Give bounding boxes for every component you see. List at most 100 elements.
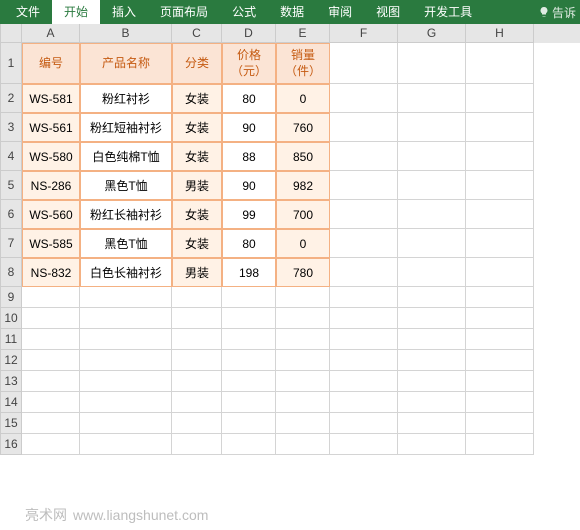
cell-D3[interactable]: 90 bbox=[222, 113, 276, 142]
cell-E12[interactable] bbox=[276, 350, 330, 371]
cell-F5[interactable] bbox=[330, 171, 398, 200]
cell-B5[interactable]: 黑色T恤 bbox=[80, 171, 172, 200]
cell-C6[interactable]: 女装 bbox=[172, 200, 222, 229]
cell-H5[interactable] bbox=[466, 171, 534, 200]
cell-A5[interactable]: NS-286 bbox=[22, 171, 80, 200]
cell-D16[interactable] bbox=[222, 434, 276, 455]
row-header-5[interactable]: 5 bbox=[0, 171, 22, 200]
cell-B6[interactable]: 粉红长袖衬衫 bbox=[80, 200, 172, 229]
cell-D8[interactable]: 198 bbox=[222, 258, 276, 287]
cell-A8[interactable]: NS-832 bbox=[22, 258, 80, 287]
row-header-15[interactable]: 15 bbox=[0, 413, 22, 434]
cell-D12[interactable] bbox=[222, 350, 276, 371]
cell-H11[interactable] bbox=[466, 329, 534, 350]
cell-C16[interactable] bbox=[172, 434, 222, 455]
row-header-7[interactable]: 7 bbox=[0, 229, 22, 258]
cell-G11[interactable] bbox=[398, 329, 466, 350]
row-header-14[interactable]: 14 bbox=[0, 392, 22, 413]
row-header-2[interactable]: 2 bbox=[0, 84, 22, 113]
cell-G16[interactable] bbox=[398, 434, 466, 455]
cell-D7[interactable]: 80 bbox=[222, 229, 276, 258]
cell-G13[interactable] bbox=[398, 371, 466, 392]
cell-E15[interactable] bbox=[276, 413, 330, 434]
cell-H1[interactable] bbox=[466, 43, 534, 84]
cell-D14[interactable] bbox=[222, 392, 276, 413]
cell-F16[interactable] bbox=[330, 434, 398, 455]
cell-B11[interactable] bbox=[80, 329, 172, 350]
cell-G9[interactable] bbox=[398, 287, 466, 308]
cell-F11[interactable] bbox=[330, 329, 398, 350]
ribbon-tab-8[interactable]: 开发工具 bbox=[412, 0, 484, 24]
cell-F4[interactable] bbox=[330, 142, 398, 171]
cell-G2[interactable] bbox=[398, 84, 466, 113]
cell-H13[interactable] bbox=[466, 371, 534, 392]
cell-G5[interactable] bbox=[398, 171, 466, 200]
cell-F10[interactable] bbox=[330, 308, 398, 329]
cell-B1[interactable]: 产品名称 bbox=[80, 43, 172, 84]
tell-me[interactable]: 告诉 bbox=[538, 4, 576, 21]
cell-G3[interactable] bbox=[398, 113, 466, 142]
ribbon-tab-4[interactable]: 公式 bbox=[220, 0, 268, 24]
cell-B13[interactable] bbox=[80, 371, 172, 392]
col-header-H[interactable]: H bbox=[466, 24, 534, 43]
cell-E11[interactable] bbox=[276, 329, 330, 350]
ribbon-tab-1[interactable]: 开始 bbox=[52, 0, 100, 24]
cell-D2[interactable]: 80 bbox=[222, 84, 276, 113]
cell-A3[interactable]: WS-561 bbox=[22, 113, 80, 142]
cell-C1[interactable]: 分类 bbox=[172, 43, 222, 84]
cell-E16[interactable] bbox=[276, 434, 330, 455]
row-header-11[interactable]: 11 bbox=[0, 329, 22, 350]
cell-E13[interactable] bbox=[276, 371, 330, 392]
cell-C4[interactable]: 女装 bbox=[172, 142, 222, 171]
cell-A1[interactable]: 编号 bbox=[22, 43, 80, 84]
cell-H14[interactable] bbox=[466, 392, 534, 413]
cell-E10[interactable] bbox=[276, 308, 330, 329]
cell-D15[interactable] bbox=[222, 413, 276, 434]
row-header-12[interactable]: 12 bbox=[0, 350, 22, 371]
cell-F3[interactable] bbox=[330, 113, 398, 142]
col-header-B[interactable]: B bbox=[80, 24, 172, 43]
cell-E6[interactable]: 700 bbox=[276, 200, 330, 229]
row-header-3[interactable]: 3 bbox=[0, 113, 22, 142]
ribbon-tab-7[interactable]: 视图 bbox=[364, 0, 412, 24]
cell-E1[interactable]: 销量 （件） bbox=[276, 43, 330, 84]
cell-H9[interactable] bbox=[466, 287, 534, 308]
cell-H3[interactable] bbox=[466, 113, 534, 142]
cell-B9[interactable] bbox=[80, 287, 172, 308]
cell-D10[interactable] bbox=[222, 308, 276, 329]
cell-A4[interactable]: WS-580 bbox=[22, 142, 80, 171]
cell-H2[interactable] bbox=[466, 84, 534, 113]
col-header-D[interactable]: D bbox=[222, 24, 276, 43]
cell-C2[interactable]: 女装 bbox=[172, 84, 222, 113]
cell-H12[interactable] bbox=[466, 350, 534, 371]
cell-F9[interactable] bbox=[330, 287, 398, 308]
cell-G7[interactable] bbox=[398, 229, 466, 258]
cell-H15[interactable] bbox=[466, 413, 534, 434]
cell-F8[interactable] bbox=[330, 258, 398, 287]
cell-B10[interactable] bbox=[80, 308, 172, 329]
row-header-13[interactable]: 13 bbox=[0, 371, 22, 392]
cell-H8[interactable] bbox=[466, 258, 534, 287]
cell-E3[interactable]: 760 bbox=[276, 113, 330, 142]
cell-G14[interactable] bbox=[398, 392, 466, 413]
cell-A7[interactable]: WS-585 bbox=[22, 229, 80, 258]
cell-E9[interactable] bbox=[276, 287, 330, 308]
cell-A6[interactable]: WS-560 bbox=[22, 200, 80, 229]
cell-H16[interactable] bbox=[466, 434, 534, 455]
cell-B4[interactable]: 白色纯棉T恤 bbox=[80, 142, 172, 171]
col-header-E[interactable]: E bbox=[276, 24, 330, 43]
cell-A11[interactable] bbox=[22, 329, 80, 350]
cell-H7[interactable] bbox=[466, 229, 534, 258]
row-header-1[interactable]: 1 bbox=[0, 43, 22, 84]
row-header-10[interactable]: 10 bbox=[0, 308, 22, 329]
cell-B2[interactable]: 粉红衬衫 bbox=[80, 84, 172, 113]
cell-C7[interactable]: 女装 bbox=[172, 229, 222, 258]
cell-F15[interactable] bbox=[330, 413, 398, 434]
cell-E4[interactable]: 850 bbox=[276, 142, 330, 171]
cell-H10[interactable] bbox=[466, 308, 534, 329]
cell-B15[interactable] bbox=[80, 413, 172, 434]
cell-A13[interactable] bbox=[22, 371, 80, 392]
cell-C5[interactable]: 男装 bbox=[172, 171, 222, 200]
cell-E5[interactable]: 982 bbox=[276, 171, 330, 200]
cell-D5[interactable]: 90 bbox=[222, 171, 276, 200]
